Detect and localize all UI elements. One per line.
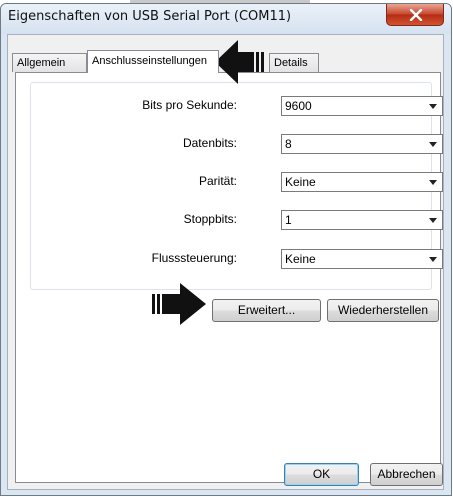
title-bar: Eigenschaften von USB Serial Port (COM11… bbox=[1, 4, 451, 34]
flow-control-value: Keine bbox=[285, 252, 316, 266]
databits-select[interactable]: 8 bbox=[281, 134, 443, 154]
chevron-down-icon bbox=[429, 218, 437, 223]
chevron-down-icon bbox=[429, 257, 437, 262]
databits-label: Datenbits: bbox=[182, 136, 237, 150]
close-button[interactable] bbox=[386, 4, 444, 26]
chevron-down-icon bbox=[429, 180, 437, 185]
chevron-down-icon bbox=[429, 104, 437, 109]
parity-label: Parität: bbox=[198, 174, 237, 188]
databits-value: 8 bbox=[285, 137, 292, 151]
tab-details[interactable]: Details bbox=[269, 53, 319, 72]
port-settings-group: Bits pro Sekunde: 9600 Datenbits: 8 Pari… bbox=[30, 82, 443, 290]
advanced-button[interactable]: Erweitert... bbox=[212, 299, 321, 322]
window-title: Eigenschaften von USB Serial Port (COM11… bbox=[8, 9, 292, 24]
stopbits-value: 1 bbox=[285, 213, 292, 227]
bits-per-second-value: 9600 bbox=[285, 99, 312, 113]
flow-control-select[interactable]: Keine bbox=[281, 249, 443, 269]
cancel-button[interactable]: Abbrechen bbox=[370, 463, 443, 486]
tab-anschlusseinstellungen[interactable]: Anschlusseinstellungen bbox=[87, 50, 219, 73]
stopbits-select[interactable]: 1 bbox=[281, 210, 443, 230]
restore-defaults-button[interactable]: Wiederherstellen bbox=[327, 299, 439, 322]
ok-button[interactable]: OK bbox=[284, 463, 359, 486]
close-x-icon bbox=[409, 9, 423, 21]
chevron-down-icon bbox=[429, 142, 437, 147]
properties-dialog: Eigenschaften von USB Serial Port (COM11… bbox=[0, 3, 452, 496]
parity-value: Keine bbox=[285, 175, 316, 189]
bits-per-second-label: Bits pro Sekunde: bbox=[142, 98, 237, 112]
bits-per-second-select[interactable]: 9600 bbox=[281, 96, 443, 116]
tab-strip: Allgemein Anschlusseinstellungen Details bbox=[8, 35, 443, 75]
stopbits-label: Stoppbits: bbox=[183, 212, 237, 226]
dialog-client-area: Allgemein Anschlusseinstellungen Details… bbox=[7, 34, 444, 490]
tab-allgemein[interactable]: Allgemein bbox=[12, 53, 87, 72]
parity-select[interactable]: Keine bbox=[281, 172, 443, 192]
flow-control-label: Flusssteuerung: bbox=[151, 251, 237, 265]
